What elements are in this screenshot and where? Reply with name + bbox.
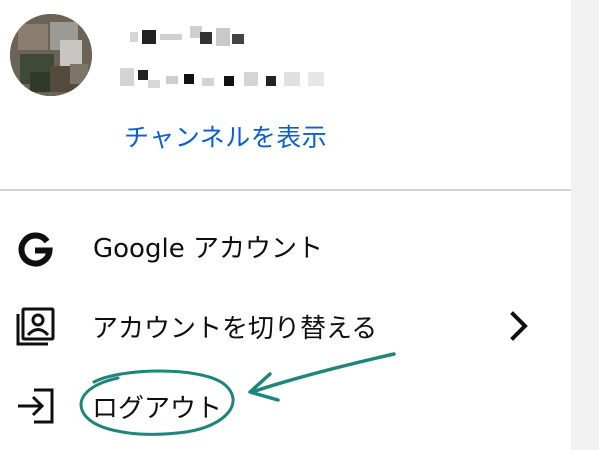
view-channel-link[interactable]: チャンネルを表示 bbox=[124, 118, 327, 154]
sign-out-icon bbox=[14, 384, 58, 428]
divider bbox=[0, 189, 571, 191]
background-strip bbox=[571, 0, 599, 450]
menu-item-label: Google アカウント bbox=[93, 234, 323, 264]
menu-item-google-account[interactable]: Google アカウント bbox=[0, 212, 571, 280]
switch-account-icon bbox=[14, 304, 58, 348]
menu-item-label: ログアウト bbox=[92, 394, 223, 424]
menu-item-switch-account[interactable]: アカウントを切り替える bbox=[0, 290, 571, 358]
account-handle-redacted bbox=[120, 66, 335, 88]
google-g-icon bbox=[14, 226, 58, 270]
menu-item-label: アカウントを切り替える bbox=[92, 314, 378, 344]
account-name-redacted bbox=[120, 24, 250, 46]
account-menu: チャンネルを表示 Google アカウント アカウントを切り替える ログアウト bbox=[0, 0, 571, 450]
avatar[interactable] bbox=[10, 14, 92, 96]
chevron-right-icon bbox=[505, 308, 533, 344]
menu-item-sign-out[interactable]: ログアウト bbox=[0, 370, 571, 438]
